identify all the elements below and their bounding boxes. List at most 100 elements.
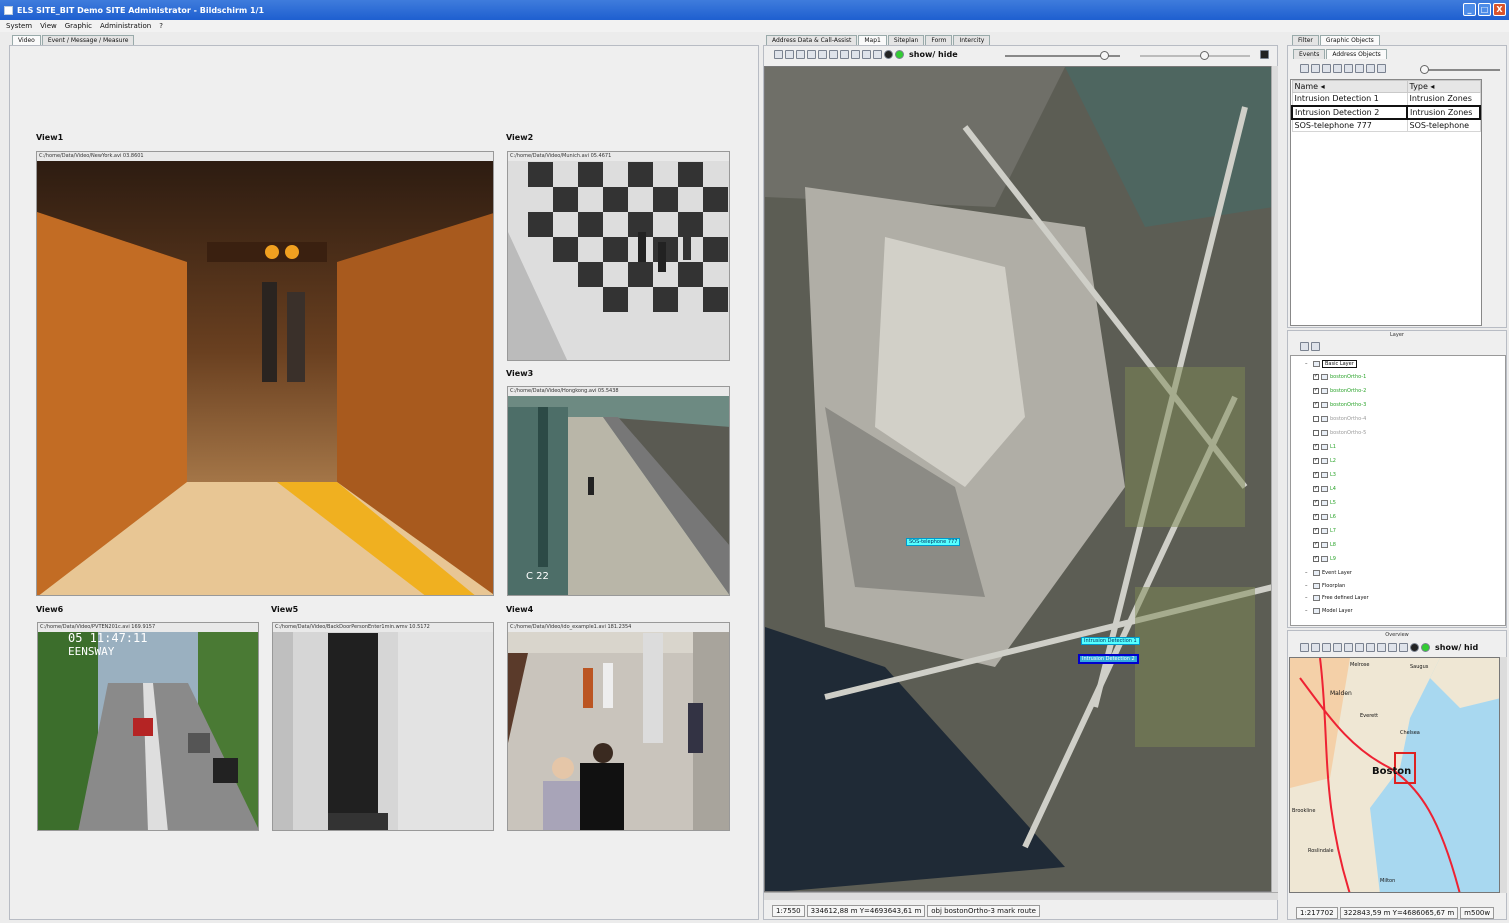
column-type-header[interactable]: Type ◂ (1406, 80, 1481, 93)
map-zoom-slider[interactable] (1005, 51, 1120, 60)
column-name-header[interactable]: Name ◂ (1291, 80, 1408, 93)
tab-video[interactable]: Video (12, 35, 41, 45)
show-hide-toggle[interactable]: show/ hide (909, 50, 958, 59)
layer-item-l4[interactable]: L4 (1313, 486, 1336, 492)
ov-status-green-icon[interactable] (1421, 643, 1430, 652)
view5-video[interactable]: C:/home/Data/Video/BackDoorPersonEnter1m… (272, 622, 494, 831)
paste-icon[interactable] (1366, 64, 1375, 73)
layer-item-l1[interactable]: L1 (1313, 444, 1336, 450)
table-row[interactable]: SOS-telephone 777 SOS-telephone (1291, 118, 1481, 132)
sos-telephone-marker[interactable]: SOS-telephone 777 (906, 538, 961, 546)
expand-icon[interactable]: – (1305, 583, 1311, 589)
intrusion-detection-2-marker[interactable]: Intrusion Detection 2 (1078, 654, 1139, 664)
view3-video[interactable]: C:/home/Data/Video/Hongkong.avi 05.5438 … (507, 386, 730, 596)
layer-checkbox[interactable] (1313, 542, 1319, 548)
menu-system[interactable]: System (6, 22, 32, 30)
layer-checkbox[interactable] (1313, 388, 1319, 394)
tab-map1[interactable]: Map1 (858, 35, 887, 45)
layer-checkbox[interactable] (1313, 444, 1319, 450)
tab-address-objects[interactable]: Address Objects (1326, 49, 1387, 59)
layer-item-l7[interactable]: L7 (1313, 528, 1336, 534)
layer-checkbox[interactable] (1313, 374, 1319, 380)
map-vertical-scrollbar[interactable] (1271, 66, 1278, 892)
layer-item-bostonortho-3[interactable]: bostonOrtho-3 (1313, 402, 1366, 408)
tab-form[interactable]: Form (925, 35, 953, 45)
select-icon[interactable] (1300, 64, 1309, 73)
layer-checkbox[interactable] (1313, 472, 1319, 478)
layer-item-bostonortho-4[interactable]: bostonOrtho-4 (1313, 416, 1366, 422)
layer-checkbox[interactable] (1313, 416, 1319, 422)
view1-video[interactable]: C:/home/Data/Video/NewYork.avi 03.8601 (36, 151, 494, 596)
map-opacity-slider[interactable] (1140, 51, 1250, 60)
add-icon[interactable] (1311, 64, 1320, 73)
layer-item-l5[interactable]: L5 (1313, 500, 1336, 506)
copy-icon[interactable] (1355, 64, 1364, 73)
view2-video[interactable]: C:/home/Data/Video/Munich.avi 05.4671 (507, 151, 730, 361)
tab-events[interactable]: Events (1293, 49, 1326, 59)
ov-back-icon[interactable] (1311, 643, 1320, 652)
overview-map[interactable]: Melrose Saugus Malden Everett Chelsea Bo… (1289, 657, 1500, 893)
ov-record-icon[interactable] (1410, 643, 1419, 652)
map-layout-icon[interactable] (1260, 50, 1269, 59)
ov-pointer-icon[interactable] (1300, 643, 1309, 652)
layer-item-bostonortho-5[interactable]: bostonOrtho-5 (1313, 430, 1366, 436)
grid-icon[interactable] (1333, 64, 1342, 73)
overview-show-hide-toggle[interactable]: show/ hid (1435, 643, 1478, 652)
zoom-in-icon[interactable] (807, 50, 816, 59)
back-icon[interactable] (785, 50, 794, 59)
minimize-button[interactable]: _ (1463, 3, 1476, 16)
delete-icon[interactable] (1377, 64, 1386, 73)
layer-item-event-layer[interactable]: – Event Layer (1305, 570, 1352, 576)
layer-item-l6[interactable]: L6 (1313, 514, 1336, 520)
ov-zoom-in-icon[interactable] (1333, 643, 1342, 652)
tab-event-message-measure[interactable]: Event / Message / Measure (41, 35, 135, 45)
layer-checkbox[interactable] (1313, 486, 1319, 492)
view6-video[interactable]: C:/home/Data/Video/PVTEN201c.avi 169.915… (37, 622, 259, 831)
ov-zoom-out-icon[interactable] (1344, 643, 1353, 652)
menu-administration[interactable]: Administration (100, 22, 151, 30)
overview-scrollbar[interactable] (1500, 657, 1507, 893)
layer-item-bostonortho-2[interactable]: bostonOrtho-2 (1313, 388, 1366, 394)
layer-checkbox[interactable] (1313, 402, 1319, 408)
measure-icon[interactable] (840, 50, 849, 59)
expand-icon[interactable]: – (1305, 361, 1311, 367)
layer-checkbox[interactable] (1313, 556, 1319, 562)
layer-checkbox[interactable] (1313, 430, 1319, 436)
layer-item-basic-layer[interactable]: – Basic Layer (1305, 360, 1357, 368)
expand-icon[interactable]: – (1305, 595, 1311, 601)
zoom-out-icon[interactable] (818, 50, 827, 59)
status-green-icon[interactable] (895, 50, 904, 59)
zoom-fit-icon[interactable] (829, 50, 838, 59)
layer-checkbox[interactable] (1313, 458, 1319, 464)
zoom-icon[interactable] (796, 50, 805, 59)
tab-siteplan[interactable]: Siteplan (887, 35, 925, 45)
table-row-selected[interactable]: Intrusion Detection 2 Intrusion Zones (1291, 104, 1481, 120)
expand-icon[interactable]: – (1305, 608, 1311, 614)
layer-checkbox[interactable] (1313, 528, 1319, 534)
chart-icon[interactable] (862, 50, 871, 59)
layer-checkbox[interactable] (1313, 514, 1319, 520)
expand-icon[interactable]: – (1305, 570, 1311, 576)
layer-item-free-defined-layer[interactable]: – Free defined Layer (1305, 595, 1369, 601)
layer-add-icon[interactable] (1311, 342, 1320, 351)
menu-help[interactable]: ? (159, 22, 163, 30)
layer-item-l2[interactable]: L2 (1313, 458, 1336, 464)
menu-graphic[interactable]: Graphic (65, 22, 92, 30)
layer-checkbox[interactable] (1313, 500, 1319, 506)
layer-item-l3[interactable]: L3 (1313, 472, 1336, 478)
map-zoom-slider-knob[interactable] (1100, 51, 1109, 60)
airport-map[interactable]: SOS-telephone 777 Intrusion Detection 1 … (764, 66, 1272, 892)
intrusion-detection-1-marker[interactable]: Intrusion Detection 1 (1081, 637, 1140, 645)
tab-filter[interactable]: Filter (1292, 35, 1319, 45)
play-icon[interactable] (873, 50, 882, 59)
layer-item-l8[interactable]: L8 (1313, 542, 1336, 548)
ov-zoom-fit-icon[interactable] (1355, 643, 1364, 652)
map-horizontal-scrollbar[interactable] (764, 892, 1278, 900)
ruler-icon[interactable] (851, 50, 860, 59)
back-icon[interactable] (1344, 64, 1353, 73)
pointer-icon[interactable] (774, 50, 783, 59)
layer-item-floorplan[interactable]: – Floorplan (1305, 582, 1345, 589)
layer-item-l9[interactable]: L9 (1313, 556, 1336, 562)
ov-chart-icon[interactable] (1388, 643, 1397, 652)
objects-slider-knob[interactable] (1420, 65, 1429, 74)
